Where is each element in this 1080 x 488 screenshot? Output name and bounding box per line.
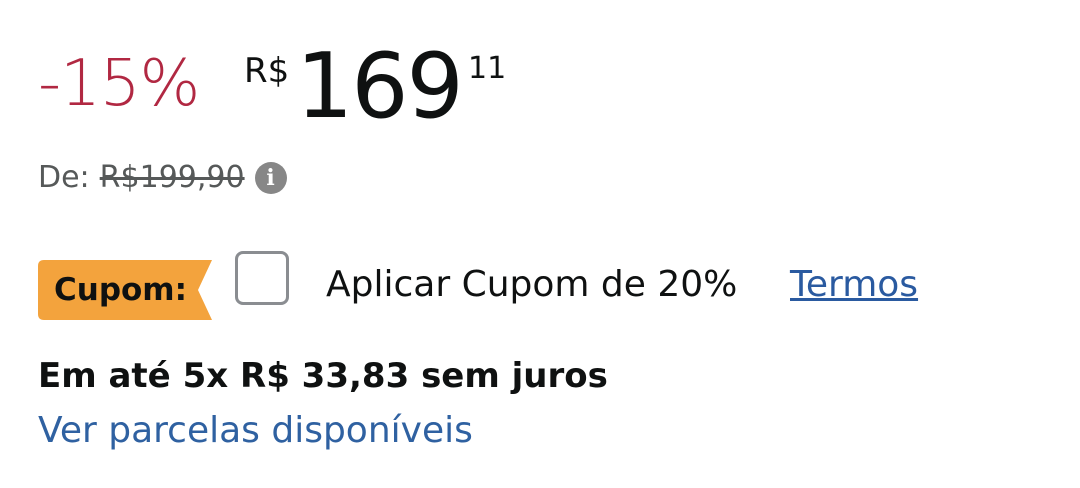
coupon-row: Cupom: Aplicar Cupom de 20% Termos — [38, 250, 1038, 320]
apply-coupon-checkbox[interactable] — [235, 251, 289, 305]
info-icon[interactable]: i — [254, 162, 287, 194]
price-currency-symbol: R$ — [244, 51, 290, 91]
list-price-label: De: — [38, 159, 90, 195]
price-fraction: 11 — [468, 51, 507, 86]
price-whole: 169 — [296, 34, 464, 139]
installments-text: Em até 5x R$ 33,83 sem juros — [38, 356, 608, 396]
coupon-badge: Cupom: — [38, 260, 212, 320]
list-price-value: R$199,90 — [99, 159, 245, 195]
price-block: -15% R$ 169 11 — [38, 40, 738, 140]
coupon-terms-link[interactable]: Termos — [790, 260, 918, 310]
apply-coupon-label[interactable]: Aplicar Cupom de 20% — [326, 260, 737, 310]
coupon-badge-label: Cupom: — [54, 272, 188, 308]
discount-percentage: -15% — [38, 47, 200, 121]
list-price-row: De: R$199,90 i — [38, 157, 287, 197]
view-installments-link[interactable]: Ver parcelas disponíveis — [38, 411, 473, 451]
